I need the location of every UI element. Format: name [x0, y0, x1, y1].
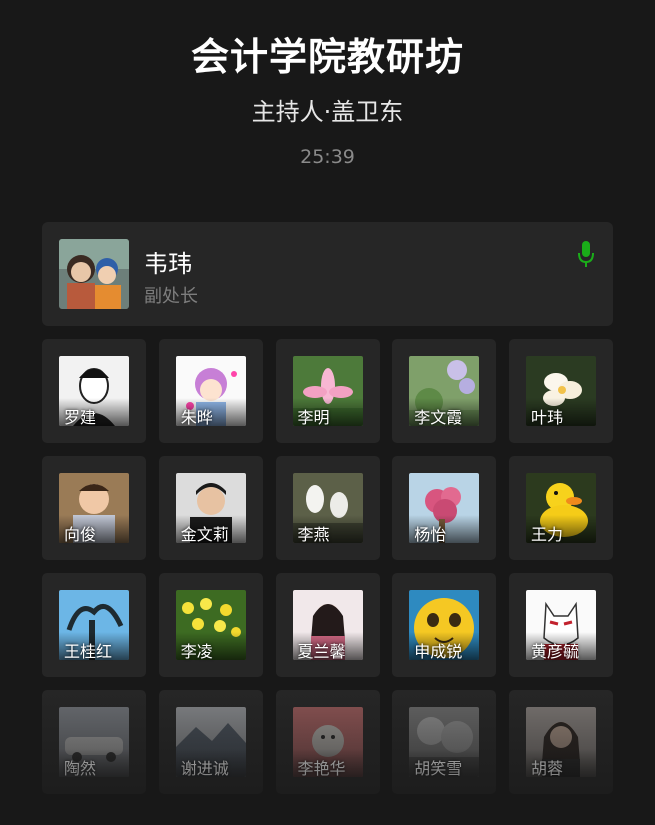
participant-name: 王桂红 — [64, 642, 113, 661]
participant-name: 李文霞 — [414, 408, 463, 427]
host-label: 主持人·盖卫东 — [251, 98, 404, 126]
participant-tile[interactable]: 罗建 — [42, 339, 146, 443]
participant-name: 陶然 — [64, 759, 97, 778]
meeting-timer: 25:39 — [300, 146, 355, 168]
speaker-name: 韦玮 — [144, 250, 192, 278]
participant-name: 罗建 — [64, 408, 97, 427]
participant-tile[interactable]: 李艳华 — [275, 690, 380, 794]
participant-name: 金文莉 — [180, 525, 229, 544]
participant-tile[interactable]: 王力 — [509, 456, 613, 560]
participant-tile[interactable]: 杨怡 — [392, 456, 497, 560]
participant-name: 李燕 — [297, 525, 330, 544]
participant-tile[interactable]: 胡笑雪 — [392, 690, 497, 794]
speaker-avatar — [59, 239, 129, 309]
participant-name: 向俊 — [64, 525, 97, 544]
participant-name: 李凌 — [180, 642, 213, 661]
participant-tile[interactable]: 夏兰馨 — [275, 573, 380, 677]
participant-name: 王力 — [531, 525, 564, 544]
participant-name: 胡笑雪 — [414, 759, 463, 778]
participant-name: 申成锐 — [414, 642, 463, 661]
participant-grid: 罗建 朱晔 李明 李文霞 叶玮 向俊 金文莉 李燕 杨怡 王力 王桂红 李凌 夏… — [42, 339, 613, 794]
participant-name: 朱晔 — [180, 408, 213, 427]
participant-tile[interactable]: 陶然 — [42, 690, 146, 794]
participant-tile[interactable]: 李明 — [275, 339, 380, 443]
participant-tile[interactable]: 李燕 — [275, 456, 380, 560]
participant-name: 谢进诚 — [180, 759, 229, 778]
participant-name: 胡蓉 — [531, 759, 564, 778]
participant-name: 黄彦毓 — [531, 642, 580, 661]
participant-tile[interactable]: 叶玮 — [509, 339, 613, 443]
speaker-role: 副处长 — [144, 286, 198, 307]
participant-name: 夏兰馨 — [297, 642, 346, 661]
meeting-title: 会计学院教研坊 — [190, 35, 464, 79]
participant-tile[interactable]: 黄彦毓 — [509, 573, 613, 677]
participant-tile[interactable]: 向俊 — [42, 456, 146, 560]
mic-icon[interactable] — [577, 240, 595, 270]
participant-tile[interactable]: 朱晔 — [158, 339, 263, 443]
participant-tile[interactable]: 李凌 — [158, 573, 263, 677]
participant-tile[interactable]: 谢进诚 — [158, 690, 263, 794]
participant-tile[interactable]: 王桂红 — [42, 573, 146, 677]
participant-tile[interactable]: 申成锐 — [392, 573, 497, 677]
participant-tile[interactable]: 胡蓉 — [509, 690, 613, 794]
participant-name: 叶玮 — [531, 408, 564, 427]
participant-tile[interactable]: 李文霞 — [392, 339, 497, 443]
participant-name: 李明 — [297, 408, 330, 427]
participant-name: 杨怡 — [414, 525, 447, 544]
participant-tile[interactable]: 金文莉 — [158, 456, 263, 560]
participant-name: 李艳华 — [297, 759, 346, 778]
active-speaker-card[interactable]: 韦玮 副处长 — [42, 222, 613, 326]
